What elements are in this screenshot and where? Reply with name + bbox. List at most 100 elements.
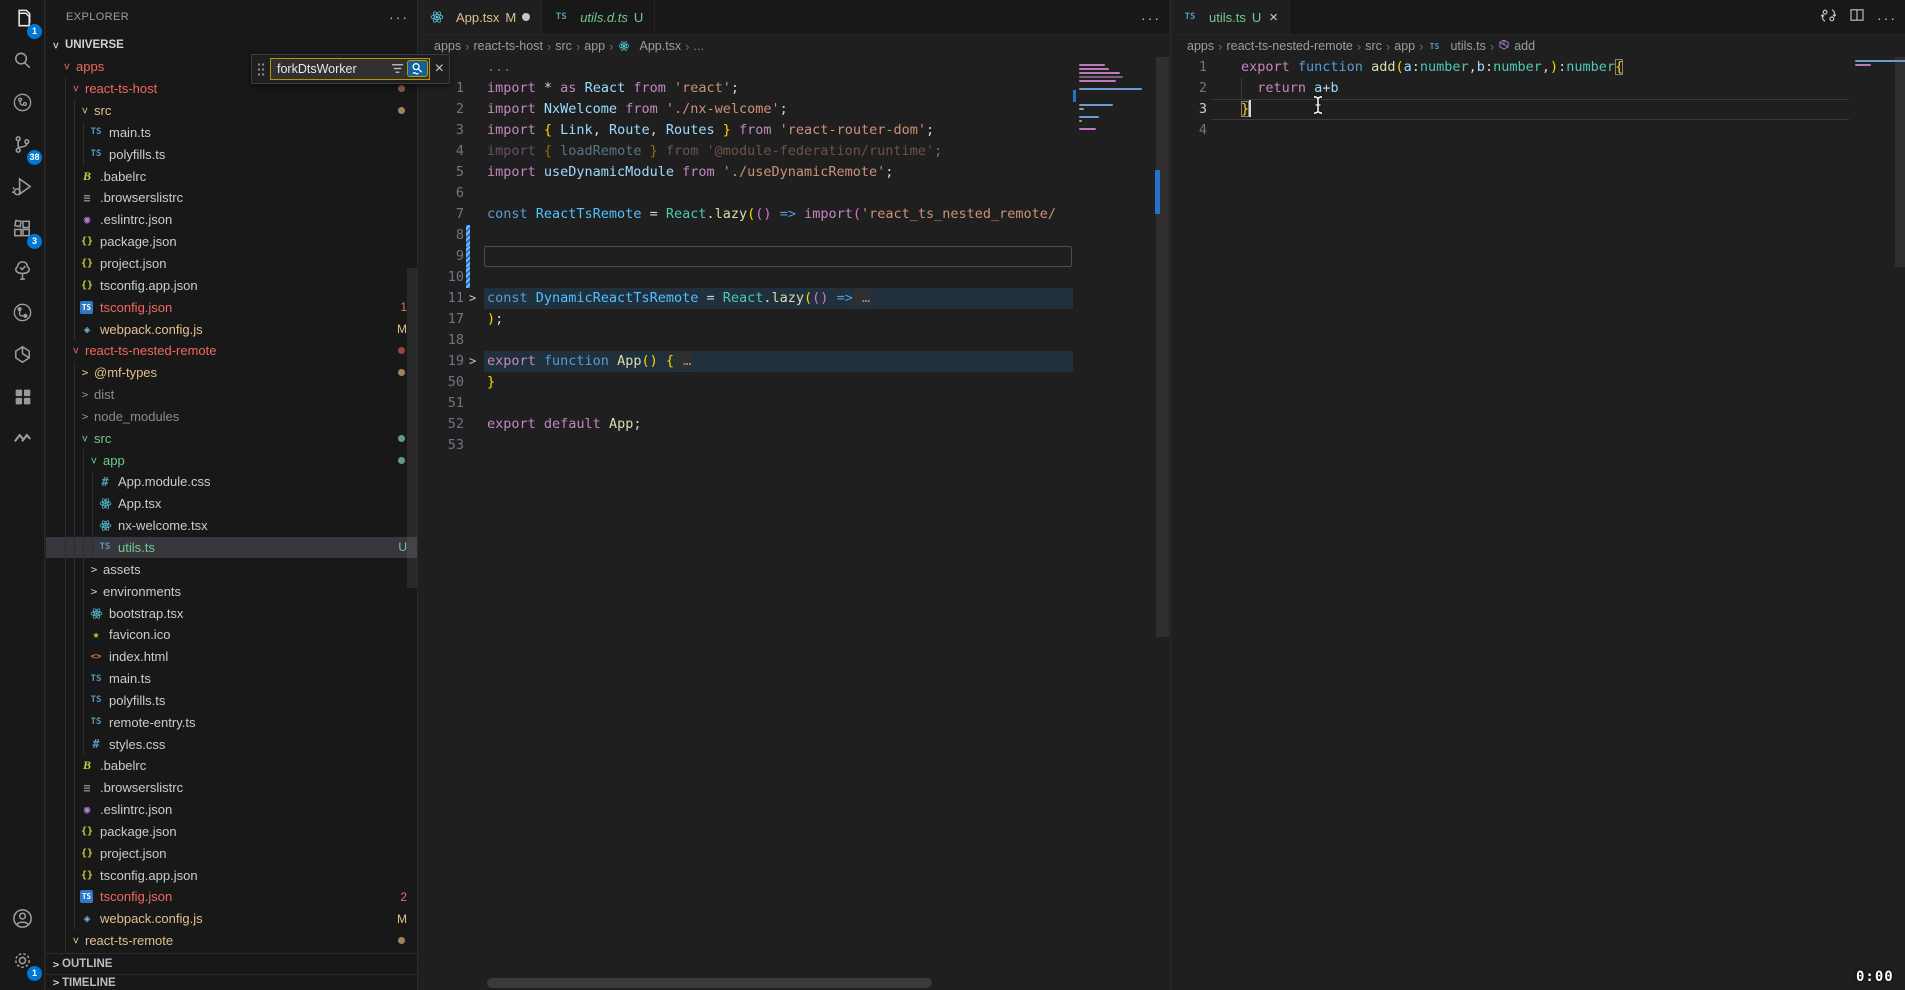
code-line-5[interactable]: 5import useDynamicModule from './useDyna… (418, 162, 1073, 183)
tree-item-project.json[interactable]: {}project.json (46, 253, 417, 275)
code-line-10[interactable]: 10 (418, 267, 1073, 288)
close-icon[interactable]: × (435, 61, 444, 77)
git-graph-activity-button[interactable] (0, 294, 45, 336)
breadcrumb-item[interactable]: app (1394, 39, 1415, 53)
timeline-section-header[interactable]: > TIMELINE (46, 974, 417, 990)
tree-item-webpack.config.js[interactable]: ◈webpack.config.jsM (46, 908, 417, 930)
code-line-3[interactable]: 3import { Link, Route, Routes } from 're… (418, 120, 1073, 141)
editor-more-actions-button[interactable]: ··· (1141, 10, 1161, 26)
tree-item-polyfills.ts[interactable]: TSpolyfills.ts (46, 689, 417, 711)
code-line-6[interactable]: 6 (418, 183, 1073, 204)
console-ninja-activity-button[interactable] (0, 420, 45, 462)
code-line-50[interactable]: 50} (418, 372, 1073, 393)
tree-item-src[interactable]: >src (46, 427, 417, 449)
breadcrumb-item[interactable]: App.tsx (639, 39, 681, 53)
code-line-3[interactable]: 3} (1171, 99, 1849, 120)
extensions-activity-button[interactable]: 3 (0, 210, 45, 252)
run-debug-activity-button[interactable] (0, 168, 45, 210)
tree-item-tsconfig.json[interactable]: TStsconfig.json1 (46, 296, 417, 318)
tree-item-.babelrc[interactable]: B.babelrc (46, 165, 417, 187)
code-line-2[interactable]: 2 return a+b (1171, 78, 1849, 99)
tree-item-.eslintrc.json[interactable]: ◉.eslintrc.json (46, 799, 417, 821)
tree-item-main.ts[interactable]: TSmain.ts (46, 668, 417, 690)
sidebar-scrollbar[interactable] (407, 268, 417, 588)
tree-item-environments[interactable]: >environments (46, 580, 417, 602)
settings-button[interactable]: 1 (0, 942, 45, 984)
vertical-scrollbar-right[interactable] (1894, 57, 1905, 990)
tree-item-utils.ts[interactable]: TSutils.tsU (46, 537, 417, 559)
breadcrumb-item[interactable]: src (555, 39, 572, 53)
tab-app-tsx[interactable]: App.tsx M (418, 0, 542, 34)
tree-item-dist[interactable]: >dist (46, 384, 417, 406)
tree-item-favicon.ico[interactable]: ★favicon.ico (46, 624, 417, 646)
tab-utils-ts[interactable]: TS utils.ts U × (1171, 0, 1290, 34)
code-line-8[interactable]: 8 (418, 225, 1073, 246)
code-line-53[interactable]: 53 (418, 435, 1073, 456)
tree-item-.browserslistrc[interactable]: ≡.browserslistrc (46, 187, 417, 209)
code-line-1[interactable]: 1import * as React from 'react'; (418, 78, 1073, 99)
tree-item-react-ts-remote[interactable]: >react-ts-remote (46, 930, 417, 952)
tree-item-.eslintrc.json[interactable]: ◉.eslintrc.json (46, 209, 417, 231)
breadcrumb-item[interactable]: app (584, 39, 605, 53)
outline-section-header[interactable]: > OUTLINE (46, 953, 417, 974)
tree-item-app[interactable]: >app (46, 449, 417, 471)
minimap-left[interactable] (1073, 57, 1151, 257)
tree-item-node-modules[interactable]: >node_modules (46, 406, 417, 428)
tree-item-bootstrap.tsx[interactable]: bootstrap.tsx (46, 602, 417, 624)
code-line-4[interactable]: 4import { loadRemote } from '@module-fed… (418, 141, 1073, 162)
horizontal-scrollbar-left[interactable] (487, 978, 1087, 988)
fold-chevron-icon[interactable]: > (469, 351, 483, 372)
filter-lines-icon[interactable] (391, 62, 404, 80)
remote-at-activity-button[interactable] (0, 84, 45, 126)
compare-changes-icon[interactable] (1820, 7, 1837, 29)
source-control-activity-button[interactable]: 38 (0, 126, 45, 168)
code-line-1[interactable]: 1export function add(a:number,b:number,)… (1171, 57, 1849, 78)
tree-item-src[interactable]: >src (46, 100, 417, 122)
tree-item-assets[interactable]: >assets (46, 558, 417, 580)
projects-grid-activity-button[interactable] (0, 378, 45, 420)
tree-item-tsconfig.app.json[interactable]: {}tsconfig.app.json (46, 274, 417, 296)
breadcrumb-item[interactable]: src (1365, 39, 1382, 53)
dirty-indicator[interactable] (522, 13, 530, 21)
code-line-4[interactable]: 4 (1171, 120, 1849, 141)
split-editor-icon[interactable] (1849, 7, 1865, 28)
tree-item-package.json[interactable]: {}package.json (46, 821, 417, 843)
code-line-17[interactable]: 17); (418, 309, 1073, 330)
tree-item-@mf-types[interactable]: >@mf-types (46, 362, 417, 384)
breadcrumb-item[interactable]: apps (1187, 39, 1214, 53)
code-line[interactable]: ... (418, 57, 1073, 78)
drag-handle[interactable] (257, 62, 265, 76)
breadcrumb-item[interactable]: utils.ts (1450, 39, 1485, 53)
tree-item-App.tsx[interactable]: App.tsx (46, 493, 417, 515)
code-line-52[interactable]: 52export default App; (418, 414, 1073, 435)
code-line-9[interactable]: 9 (418, 246, 1073, 267)
nx-console-activity-button[interactable] (0, 336, 45, 378)
tree-item-tsconfig.app.json[interactable]: {}tsconfig.app.json (46, 864, 417, 886)
accounts-button[interactable] (0, 900, 45, 942)
tree-item-polyfills.ts[interactable]: TSpolyfills.ts (46, 143, 417, 165)
tree-item-.browserslistrc[interactable]: ≡.browserslistrc (46, 777, 417, 799)
tree-item-remote-entry.ts[interactable]: TSremote-entry.ts (46, 711, 417, 733)
code-line-7[interactable]: 7const ReactTsRemote = React.lazy(() => … (418, 204, 1073, 225)
breadcrumb-item[interactable]: add (1514, 39, 1535, 53)
code-line-19[interactable]: 19>export function App() { … (418, 351, 1073, 372)
tree-item-nx-welcome.tsx[interactable]: nx-welcome.tsx (46, 515, 417, 537)
workspace-root-universe[interactable]: > UNIVERSE (46, 34, 417, 56)
code-line-2[interactable]: 2import NxWelcome from './nx-welcome'; (418, 99, 1073, 120)
breadcrumb-item[interactable]: apps (434, 39, 461, 53)
code-editor-left[interactable]: ...1import * as React from 'react';2impo… (418, 57, 1073, 990)
breadcrumb-item[interactable]: react-ts-nested-remote (1226, 39, 1352, 53)
tree-item-webpack.config.js[interactable]: ◈webpack.config.jsM (46, 318, 417, 340)
code-line-18[interactable]: 18 (418, 330, 1073, 351)
tree-item-tsconfig.json[interactable]: TStsconfig.json2 (46, 886, 417, 908)
fold-chevron-icon[interactable]: > (469, 288, 483, 309)
todo-tree-activity-button[interactable] (0, 252, 45, 294)
search-activity-button[interactable] (0, 42, 45, 84)
breadcrumb-item[interactable]: react-ts-host (473, 39, 542, 53)
tree-item-index.html[interactable]: <>index.html (46, 646, 417, 668)
editor-more-actions-button[interactable]: ··· (1877, 10, 1897, 26)
fuzzy-search-toggle[interactable] (407, 60, 428, 77)
tree-item-styles.css[interactable]: #styles.css (46, 733, 417, 755)
code-line-51[interactable]: 51 (418, 393, 1073, 414)
tree-item-project.json[interactable]: {}project.json (46, 842, 417, 864)
